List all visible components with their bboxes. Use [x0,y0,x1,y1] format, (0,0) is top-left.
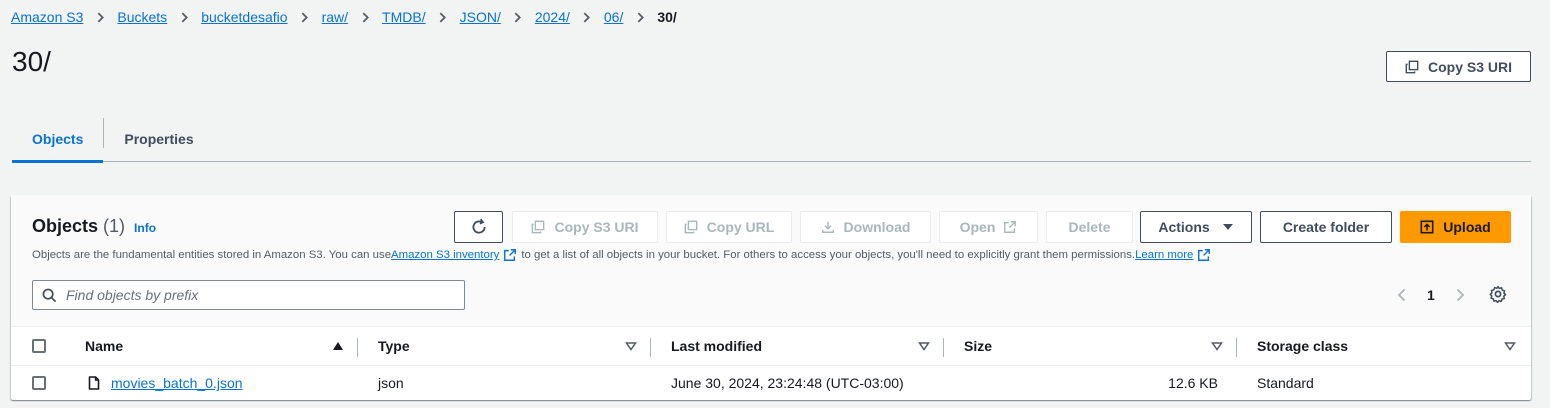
s3-folder-page: Amazon S3 Buckets bucketdesafio raw/ TMD… [0,0,1550,408]
breadcrumb-tmdb[interactable]: TMDB/ [382,9,426,25]
breadcrumb-amazon-s3[interactable]: Amazon S3 [11,9,83,25]
tab-properties[interactable]: Properties [104,115,213,162]
gear-icon[interactable] [1489,285,1507,303]
column-header-storage-class[interactable]: Storage class [1257,327,1348,365]
column-header-type[interactable]: Type [378,327,410,365]
page-number[interactable]: 1 [1427,287,1435,303]
sort-icon[interactable] [625,327,637,365]
object-name-link[interactable]: movies_batch_0.json [111,375,243,391]
type-cell: json [378,375,404,391]
row-checkbox[interactable] [32,376,46,390]
copy-icon [532,220,545,234]
chevron-right-icon [288,11,322,23]
column-header-name[interactable]: Name [85,327,123,365]
open-button[interactable]: Open [939,211,1038,243]
refresh-icon [471,218,486,234]
breadcrumb-06[interactable]: 06/ [604,9,623,25]
external-link-icon [1197,248,1211,262]
info-link[interactable]: Info [134,221,156,235]
table-header: Name Type Last modified Size Storage cla… [11,327,1531,366]
copy-icon [684,220,698,234]
breadcrumb-json[interactable]: JSON/ [460,9,501,25]
tab-list: Objects Properties [12,115,1531,163]
copy-icon [1405,60,1419,73]
pagination: 1 [1395,284,1467,306]
copy-s3-uri-disabled-label: Copy S3 URI [554,219,639,235]
delete-button[interactable]: Delete [1046,211,1133,243]
chevron-right-icon[interactable] [1453,288,1467,302]
actions-label: Actions [1158,219,1210,235]
copy-s3-uri-disabled-button[interactable]: Copy S3 URI [512,211,658,243]
chevron-right-icon [501,11,535,23]
chevron-right-icon [623,11,657,23]
sort-icon[interactable] [918,327,930,365]
objects-description: Objects are the fundamental entities sto… [32,248,1215,262]
chevron-right-icon [570,11,604,23]
chevron-right-icon [167,11,201,23]
tab-objects[interactable]: Objects [12,115,104,163]
select-all-checkbox-cell [32,327,46,365]
upload-label: Upload [1443,219,1491,235]
breadcrumb-raw[interactable]: raw/ [322,9,348,25]
chevron-right-icon [426,11,460,23]
breadcrumb-current: 30/ [657,9,677,25]
breadcrumb-2024[interactable]: 2024/ [535,9,570,25]
sort-icon[interactable] [1504,327,1516,365]
create-folder-button[interactable]: Create folder [1260,211,1392,243]
column-divider[interactable] [1236,338,1237,357]
copy-url-label: Copy URL [706,219,775,235]
last-modified-cell: June 30, 2024, 23:24:48 (UTC-03:00) [671,375,904,391]
row-checkbox-cell [32,366,46,400]
search-input[interactable] [66,287,446,303]
objects-table: Name Type Last modified Size Storage cla… [11,327,1531,400]
refresh-button[interactable] [454,211,503,243]
objects-panel-header: Objects (1) Info Copy S3 URI Copy URL Do… [11,195,1531,327]
external-link-icon [1004,221,1017,233]
create-folder-label: Create folder [1282,219,1370,235]
caret-down-icon [1222,224,1233,230]
breadcrumb-bucket[interactable]: bucketdesafio [201,9,287,25]
column-header-size[interactable]: Size [964,327,992,365]
external-link-icon [503,248,517,262]
breadcrumb: Amazon S3 Buckets bucketdesafio raw/ TMD… [11,7,677,27]
chevron-left-icon[interactable] [1395,288,1409,302]
copy-s3-uri-button[interactable]: Copy S3 URI [1386,51,1531,82]
upload-icon [1420,220,1434,234]
delete-label: Delete [1068,219,1111,235]
download-icon [821,221,834,233]
copy-url-button[interactable]: Copy URL [666,211,792,243]
column-divider[interactable] [357,338,358,357]
search-field[interactable] [32,280,465,310]
chevron-right-icon [83,11,117,23]
download-label: Download [843,219,911,235]
sort-ascending-icon[interactable] [332,327,344,365]
objects-count: (1) [103,216,126,236]
file-icon [87,376,101,390]
size-cell: 12.6 KB [1168,375,1218,391]
storage-class-cell: Standard [1257,375,1314,391]
objects-title-text: Objects [32,216,99,236]
copy-s3-uri-label: Copy S3 URI [1427,58,1512,75]
breadcrumb-buckets[interactable]: Buckets [117,9,167,25]
column-header-last-modified[interactable]: Last modified [671,327,762,365]
description-part1: Objects are the fundamental entities sto… [32,249,392,261]
learn-more-link[interactable]: Learn more [1135,249,1193,261]
table-row: movies_batch_0.json json June 30, 2024, … [11,366,1531,400]
column-divider[interactable] [943,338,944,357]
page-title: 30/ [12,46,51,77]
actions-dropdown[interactable]: Actions [1140,211,1252,243]
name-cell: movies_batch_0.json [87,366,243,400]
objects-panel: Objects (1) Info Copy S3 URI Copy URL Do… [11,195,1531,400]
s3-inventory-link[interactable]: Amazon S3 inventory [391,249,499,261]
search-icon [42,288,57,302]
description-part2: to get a list of all objects in your buc… [521,249,1136,261]
download-button[interactable]: Download [800,211,931,243]
column-divider[interactable] [650,338,651,357]
select-all-checkbox[interactable] [32,339,46,353]
chevron-right-icon [348,11,382,23]
upload-button[interactable]: Upload [1400,211,1511,243]
sort-icon[interactable] [1211,327,1223,365]
objects-panel-title: Objects (1) Info [32,216,156,237]
open-label: Open [959,219,996,235]
